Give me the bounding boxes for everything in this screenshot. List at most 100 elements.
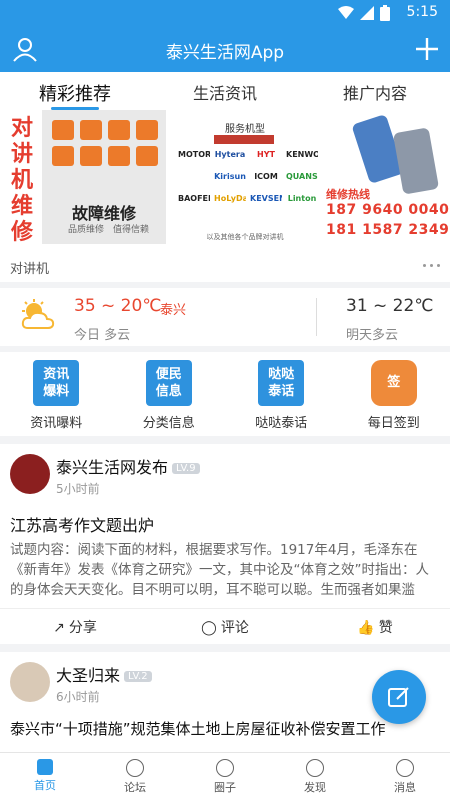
share-label: 分享 [68, 620, 97, 636]
banner-carousel[interactable]: 对讲机维修 故障维修 品质维修 值得信赖 服务机型 MOTOROLA Hyter… [0, 110, 450, 250]
post-title[interactable]: 江苏高考作文题出炉 [10, 512, 154, 536]
tomorrow-temperature: 31 ~ 22℃ [346, 296, 434, 316]
post-excerpt[interactable]: 试题内容：阅读下面的材料，根据要求写作。1917年4月，毛泽东在《新青年》发表《… [10, 540, 442, 600]
today-weather-desc: 今日 多云 [74, 328, 131, 343]
app-title: 泰兴生活网App [165, 43, 285, 63]
banner-repair-panel: 对讲机维修 故障维修 品质维修 值得信赖 [0, 110, 170, 250]
plus-icon[interactable] [414, 36, 440, 62]
nav-label: 发现 [304, 781, 326, 794]
service-models-title: 服务机型 [225, 124, 265, 135]
nav-label: 首页 [34, 779, 56, 792]
shortcut-label: 资讯曝料 [30, 416, 83, 431]
brand-logo: Kirisun [214, 172, 246, 181]
status-bar: 5:15 [0, 0, 450, 26]
hotline-phone: 187 9640 0040 [326, 202, 450, 218]
shortcut-dada-taihua[interactable]: 哒哒 泰话 哒哒泰话 [225, 352, 338, 436]
hotline-phone: 181 1587 2349 [326, 222, 450, 238]
banner-gray-panel: 故障维修 品质维修 值得信赖 [42, 110, 166, 244]
nav-label: 圈子 [214, 781, 236, 794]
tab-promotion[interactable]: 推广内容 [300, 72, 450, 110]
fault-repair-title: 故障维修 [72, 204, 137, 223]
circle-icon [216, 759, 234, 777]
share-icon: ↗ [53, 620, 65, 636]
nav-home[interactable]: 首页 [0, 753, 90, 800]
feed-post[interactable]: 泰兴生活网发布 LV.9 5小时前 江苏高考作文题出炉 试题内容：阅读下面的材料，… [0, 444, 450, 644]
comment-button[interactable]: ◯ 评论 [150, 609, 300, 644]
nav-forum[interactable]: 论坛 [90, 753, 180, 800]
top-tabs: 精彩推荐 生活资讯 推广内容 [0, 72, 450, 110]
post-author[interactable]: 大圣归来 LV.2 [56, 662, 152, 686]
nav-discover[interactable]: 发现 [270, 753, 360, 800]
brand-logo: HoLyDa [214, 194, 246, 203]
weather-city: 泰兴 [160, 303, 187, 318]
nav-label: 论坛 [124, 781, 146, 794]
edit-icon [388, 687, 409, 707]
classified-info-icon: 便民 信息 [145, 360, 192, 406]
repair-icon [136, 146, 158, 166]
repair-icon-grid [52, 120, 158, 166]
checkin-icon: 签 [370, 360, 417, 406]
post-title[interactable]: 泰兴市“十项措施”规范集体土地上房屋征收补偿安置工作 [10, 718, 386, 739]
post-time: 6小时前 [56, 690, 100, 704]
compose-button[interactable] [372, 670, 426, 724]
banner-hotline-panel: 维修热线 187 9640 0040 181 1587 2349 [320, 110, 450, 250]
banner-caption: 对讲机 [0, 250, 450, 282]
post-author[interactable]: 泰兴生活网发布 LV.9 [56, 454, 200, 478]
app-bar: 泰兴生活网App [0, 26, 450, 72]
status-time: 5:15 [406, 4, 438, 20]
walkie-talkie-image [392, 127, 440, 195]
repair-icon [80, 146, 102, 166]
repair-icon [52, 146, 74, 166]
nav-circle[interactable]: 圈子 [180, 753, 270, 800]
bottom-nav: 首页 论坛 圈子 发现 消息 [0, 752, 450, 800]
shortcut-classified[interactable]: 便民 信息 分类信息 [113, 352, 226, 436]
fault-repair-sub: 品质维修 值得信赖 [68, 225, 150, 235]
share-button[interactable]: ↗ 分享 [0, 609, 150, 644]
level-badge: LV.9 [172, 463, 200, 474]
repair-icon [108, 146, 130, 166]
like-button[interactable]: 👍 赞 [300, 609, 450, 644]
brand-logo-grid: MOTOROLA Hytera HYT KENWOOD Kirisun ICOM… [178, 148, 318, 206]
wifi-icon [338, 6, 354, 19]
discover-icon [306, 759, 324, 777]
comment-label: 评论 [220, 620, 249, 636]
service-foot-note: 以及其他各个品牌对讲机 [206, 233, 284, 241]
tomorrow-weather-desc: 明天多云 [346, 328, 399, 343]
repair-icon [136, 120, 158, 140]
weather-widget[interactable]: 35 ~ 20℃ 泰兴 今日 多云 31 ~ 22℃ 明天多云 [0, 288, 450, 346]
avatar[interactable] [10, 662, 50, 702]
partly-cloudy-icon [21, 299, 55, 329]
tab-life-news[interactable]: 生活资讯 [150, 72, 300, 110]
nav-label: 消息 [394, 781, 416, 794]
shortcut-label: 每日签到 [367, 416, 420, 431]
dada-taihua-icon: 哒哒 泰话 [258, 360, 305, 406]
post-time: 5小时前 [56, 482, 100, 496]
level-badge: LV.2 [124, 671, 152, 682]
brand-logo: Linton [287, 194, 317, 203]
tab-featured[interactable]: 精彩推荐 [0, 72, 150, 110]
brand-logo [178, 170, 210, 184]
shortcut-news-tipoff[interactable]: 资讯 爆料 资讯曝料 [0, 352, 113, 436]
shortcut-label: 哒哒泰话 [255, 416, 308, 431]
shortcut-grid: 资讯 爆料 资讯曝料 便民 信息 分类信息 哒哒 泰话 哒哒泰话 签 每日签到 [0, 352, 450, 436]
nav-messages[interactable]: 消息 [360, 753, 450, 800]
brand-logo: ICOM [254, 172, 278, 181]
carousel-dot [423, 264, 426, 267]
repair-icon [80, 120, 102, 140]
brand-logo: HYT [257, 150, 275, 159]
avatar[interactable] [10, 454, 50, 494]
brand-logo: QUANSHENG [286, 172, 318, 181]
service-red-bar [214, 135, 274, 144]
battery-icon [380, 5, 390, 21]
signal-icon [360, 6, 374, 20]
message-icon [396, 759, 414, 777]
thumbs-up-icon: 👍 [357, 620, 375, 636]
today-temperature: 35 ~ 20℃ [74, 296, 162, 316]
carousel-indicator [423, 264, 440, 267]
hotline-label: 维修热线 [326, 188, 370, 201]
banner-brands-panel: 服务机型 MOTOROLA Hytera HYT KENWOOD Kirisun… [170, 110, 320, 250]
shortcut-daily-checkin[interactable]: 签 每日签到 [338, 352, 450, 436]
brand-logo: KENWOOD [286, 150, 318, 159]
weather-divider [316, 298, 317, 336]
repair-icon [108, 120, 130, 140]
